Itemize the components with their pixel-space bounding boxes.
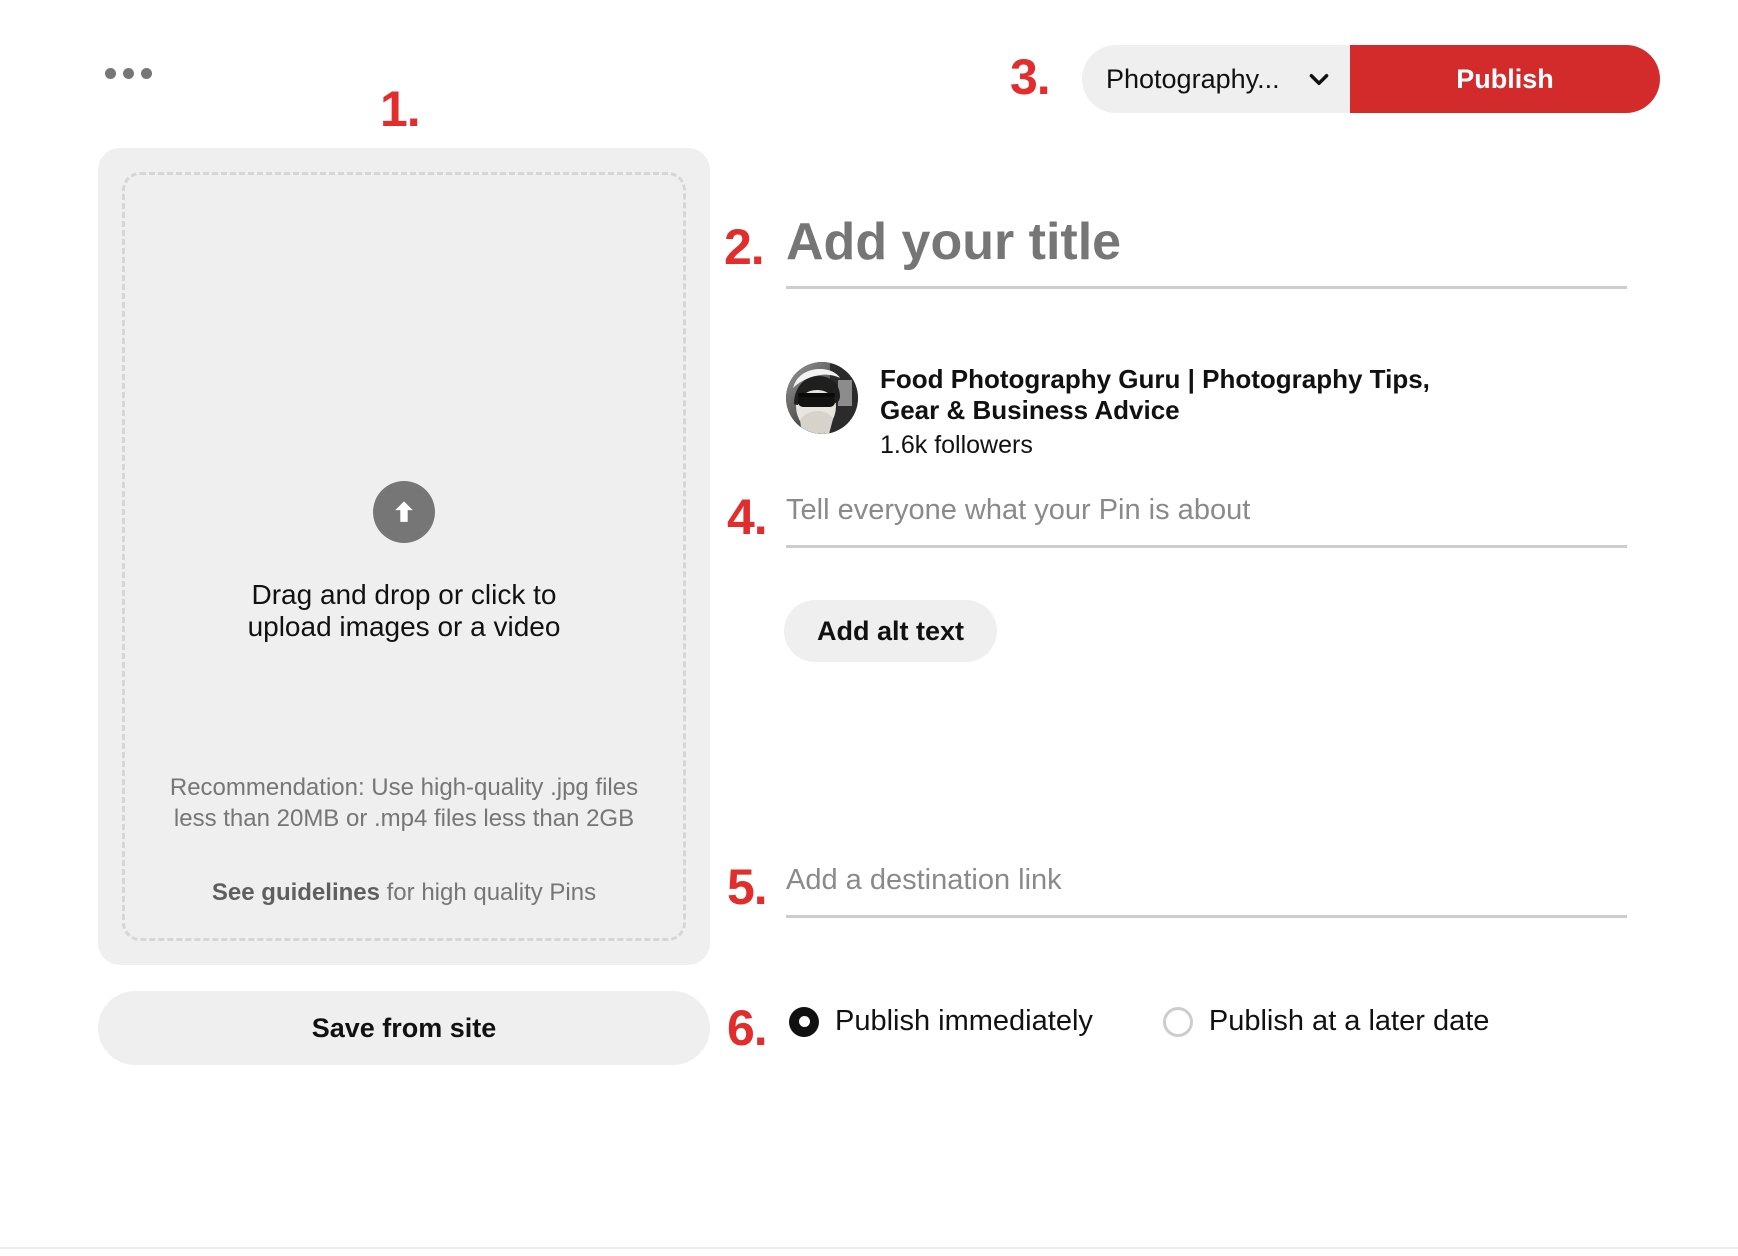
profile-name: Food Photography Guru | Photography Tips… [880,364,1430,425]
step-number-2: 2. [724,219,765,275]
user-avatar-photo [786,362,858,434]
upload-dropzone[interactable]: Drag and drop or click to upload images … [122,172,686,941]
kebab-menu-icon[interactable] [105,68,152,79]
pin-title-input[interactable] [786,212,1627,289]
step-number-1: 1. [380,81,421,137]
profile-row: Food Photography Guru | Photography Tips… [786,362,1446,460]
profile-followers: 1.6k followers [880,431,1033,460]
publish-schedule-group: Publish immediately Publish at a later d… [789,1005,1489,1038]
chevron-down-icon [1306,66,1332,92]
publish-button[interactable]: Publish [1350,45,1660,113]
radio-publish-immediately[interactable]: Publish immediately [789,1005,1093,1038]
radio-publish-later[interactable]: Publish at a later date [1162,1005,1490,1038]
board-select[interactable]: Photography... [1082,45,1350,113]
dropzone-line-1: Drag and drop or click to [251,579,557,610]
step-number-6: 6. [727,1000,768,1056]
upload-recommendation: Recommendation: Use high-quality .jpg fi… [169,774,639,833]
guidelines-rest: for high quality Pins [379,879,597,906]
destination-link-input[interactable] [786,864,1627,918]
pin-description-input[interactable] [786,494,1627,548]
dropzone-instructions: Drag and drop or click to upload images … [125,579,683,643]
radio-unselected-icon [1162,1006,1193,1037]
add-alt-text-button[interactable]: Add alt text [784,600,998,662]
radio-publish-later-label: Publish at a later date [1208,1005,1490,1037]
guidelines-text: See guidelines for high quality Pins [125,879,683,907]
step-number-5: 5. [727,859,768,915]
dropzone-line-2: upload images or a video [247,611,561,643]
profile-text: Food Photography Guru | Photography Tips… [880,362,1446,460]
media-upload-panel[interactable]: Drag and drop or click to upload images … [98,148,710,965]
upload-arrow-icon [373,481,435,543]
board-select-value: Photography... [1106,63,1280,94]
radio-publish-immediately-label: Publish immediately [835,1005,1093,1037]
pin-builder-screen: 1. 3. Photography... Publish Drag and dr… [0,0,1738,1256]
step-number-4: 4. [727,489,768,545]
step-number-3: 3. [1010,49,1051,105]
see-guidelines-link[interactable]: See guidelines [212,879,380,906]
bottom-divider [0,1247,1738,1249]
save-from-site-button[interactable]: Save from site [98,991,710,1065]
radio-selected-icon [789,1006,819,1037]
